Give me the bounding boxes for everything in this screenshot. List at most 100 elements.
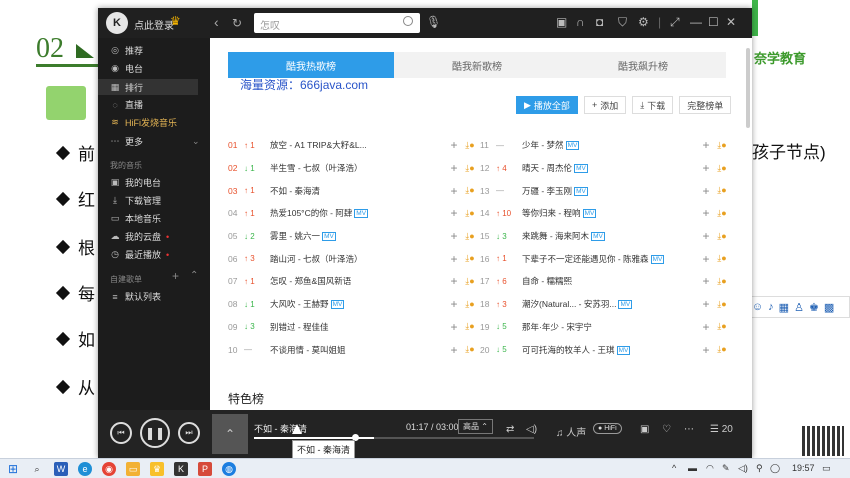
song-title[interactable]: 雾里 - 姚六一 MV: [270, 230, 446, 242]
song-row[interactable]: 15 ↓ 3 来跳舞 - 海来阿木 MV + ⤓●: [480, 225, 730, 248]
song-row[interactable]: 14 ↑ 10 等你归来 - 程响 MV + ⤓●: [480, 202, 730, 225]
download-song-icon[interactable]: ⤓●: [714, 344, 730, 355]
song-title[interactable]: 下辈子不一定还能遇见你 - 陈雅森 MV: [522, 253, 698, 265]
sidebar-item-live[interactable]: ◌ 直播: [110, 98, 143, 111]
sidebar-item-recent[interactable]: ◷ 最近播放 •: [110, 248, 169, 261]
song-title[interactable]: 半生雪 - 七叔（叶泽浩）: [270, 162, 446, 174]
add-song-icon[interactable]: +: [446, 206, 462, 220]
headphone-icon[interactable]: ∩: [576, 15, 585, 29]
download-song-icon[interactable]: ⤓●: [462, 253, 478, 264]
mv-badge[interactable]: MV: [574, 164, 588, 174]
add-song-icon[interactable]: +: [446, 184, 462, 198]
tray-wifi-icon[interactable]: ◠: [706, 463, 714, 474]
full-chart-button[interactable]: 完整榜单: [679, 96, 732, 114]
add-song-icon[interactable]: +: [698, 161, 714, 175]
add-song-icon[interactable]: +: [446, 138, 462, 152]
download-song-icon[interactable]: ⤓●: [462, 344, 478, 355]
download-song-icon[interactable]: ⤓●: [462, 185, 478, 196]
sidebar-item-local[interactable]: ▭ 本地音乐: [110, 212, 161, 225]
sidebar-item-default-list[interactable]: ≡ 默认列表: [110, 290, 161, 303]
song-row[interactable]: 18 ↑ 3 潮汐(Natural... - 安苏羽... MV + ⤓●: [480, 293, 730, 316]
grid-icon[interactable]: ▩: [824, 301, 834, 314]
keyboard-icon[interactable]: ▦: [779, 301, 789, 314]
hifi-toggle[interactable]: ● HiFi: [593, 423, 622, 434]
download-song-icon[interactable]: ⤓●: [462, 140, 478, 151]
add-song-icon[interactable]: +: [698, 206, 714, 220]
mini-mode-icon[interactable]: ⤢: [670, 15, 680, 30]
song-row[interactable]: 06 ↑ 3 踏山河 - 七叔（叶泽浩） + ⤓●: [228, 247, 478, 270]
lyrics-icon[interactable]: ▣: [640, 424, 649, 435]
album-cover-image[interactable]: ⌃: [212, 414, 248, 454]
sidebar-item-my-radio[interactable]: ▣ 我的电台: [110, 176, 161, 189]
mv-badge[interactable]: MV: [574, 186, 588, 196]
mv-badge[interactable]: MV: [354, 209, 369, 219]
microphone-icon[interactable]: 🎙: [426, 15, 441, 29]
tray-volume-icon[interactable]: ◁): [738, 463, 748, 474]
mv-badge[interactable]: MV: [618, 300, 633, 310]
edge-browser-icon[interactable]: e: [78, 462, 92, 476]
song-row[interactable]: 11 — 少年 - 梦然 MV + ⤓●: [480, 134, 730, 157]
download-song-icon[interactable]: ⤓●: [714, 208, 730, 219]
song-title[interactable]: 等你归来 - 程响 MV: [522, 207, 698, 219]
playlist-button[interactable]: ☰ 20: [710, 424, 733, 435]
back-icon[interactable]: ‹: [214, 14, 219, 30]
sidebar-item-cloud[interactable]: ☁ 我的云盘 •: [110, 230, 170, 243]
add-song-icon[interactable]: +: [446, 343, 462, 357]
song-title[interactable]: 不如 - 秦海清: [270, 185, 446, 197]
mode-icon[interactable]: ⇄: [506, 424, 514, 435]
mv-badge[interactable]: MV: [322, 232, 336, 242]
add-song-icon[interactable]: +: [446, 274, 462, 288]
scrollbar[interactable]: [746, 48, 750, 128]
taskbar-clock[interactable]: 19:57: [792, 463, 815, 473]
pause-button[interactable]: ❚❚: [140, 418, 170, 448]
song-title[interactable]: 万疆 - 李玉刚 MV: [522, 185, 698, 197]
refresh-icon[interactable]: ↻: [232, 16, 242, 30]
add-song-icon[interactable]: +: [446, 320, 462, 334]
sidebar-item-recommend[interactable]: ◎ 推荐: [110, 44, 143, 57]
next-button[interactable]: ⏭: [178, 422, 200, 444]
emoji-icon[interactable]: ☺: [752, 301, 763, 313]
add-song-icon[interactable]: +: [698, 252, 714, 266]
minimize-icon[interactable]: —: [690, 15, 702, 29]
song-title[interactable]: 放空 - A1 TRIP&大籽&L...: [270, 139, 446, 151]
song-row[interactable]: 02 ↓ 1 半生雪 - 七叔（叶泽浩） + ⤓●: [228, 157, 478, 180]
sidebar-item-downloads[interactable]: ⤓ 下载管理: [110, 194, 161, 207]
mv-badge[interactable]: MV: [616, 345, 631, 355]
tray-status-icon[interactable]: ◯: [770, 463, 780, 474]
add-playlist-icon[interactable]: +: [172, 269, 179, 283]
song-row[interactable]: 08 ↓ 1 大风吹 - 王赫野 MV + ⤓●: [228, 293, 478, 316]
song-row[interactable]: 20 ↓ 5 可可托海的牧羊人 - 王琪 MV + ⤓●: [480, 338, 730, 361]
add-song-icon[interactable]: +: [698, 184, 714, 198]
tray-network-icon[interactable]: ⚲: [756, 463, 763, 474]
notification-icon[interactable]: ▭: [822, 463, 831, 474]
file-explorer-icon[interactable]: ▭: [126, 462, 140, 476]
tab-rising-songs[interactable]: 酷我飙升榜: [560, 52, 726, 78]
add-song-icon[interactable]: +: [698, 274, 714, 288]
song-row[interactable]: 17 ↑ 6 自命 - 糯糯熙 + ⤓●: [480, 270, 730, 293]
sidebar-item-more[interactable]: ⋯ 更多 ⌄: [110, 135, 200, 148]
song-row[interactable]: 01 ↑ 1 放空 - A1 TRIP&大籽&L... + ⤓●: [228, 134, 478, 157]
download-song-icon[interactable]: ⤓●: [714, 276, 730, 287]
song-title[interactable]: 别错过 - 程佳佳: [270, 321, 446, 333]
add-song-icon[interactable]: +: [446, 229, 462, 243]
song-title[interactable]: 来跳舞 - 海来阿木 MV: [522, 230, 698, 242]
mv-badge[interactable]: MV: [650, 254, 665, 264]
mv-badge[interactable]: MV: [582, 209, 597, 219]
add-song-icon[interactable]: +: [698, 343, 714, 357]
song-row[interactable]: 19 ↓ 5 那年·年少 - 宋宇宁 + ⤓●: [480, 316, 730, 339]
song-title[interactable]: 那年·年少 - 宋宇宁: [522, 321, 698, 333]
search-icon[interactable]: ⌕: [30, 462, 44, 476]
song-title[interactable]: 不谈用情 - 莫叫姐姐: [270, 344, 446, 356]
user-icon[interactable]: ♙: [794, 301, 804, 314]
download-song-icon[interactable]: ⤓●: [714, 231, 730, 242]
download-song-icon[interactable]: ⤓●: [462, 208, 478, 219]
skin-icon[interactable]: ♚: [809, 301, 819, 314]
song-row[interactable]: 07 ↑ 1 怎叹 - 郑鱼&国风新语 + ⤓●: [228, 270, 478, 293]
tab-new-songs[interactable]: 酷我新歌榜: [394, 52, 560, 78]
more-options-icon[interactable]: ⋯: [684, 424, 694, 435]
sidebar-item-hifi[interactable]: ≋ HiFi发烧音乐: [110, 116, 177, 129]
word-app-icon[interactable]: W: [54, 462, 68, 476]
song-title[interactable]: 可可托海的牧羊人 - 王琪 MV: [522, 344, 698, 356]
sidebar-item-radio[interactable]: ◉ 电台: [110, 62, 143, 75]
add-song-icon[interactable]: +: [446, 161, 462, 175]
